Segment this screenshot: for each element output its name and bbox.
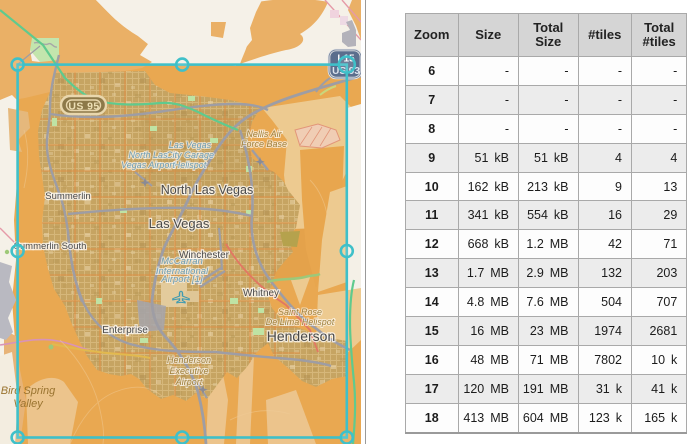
svg-text:Enterprise: Enterprise <box>102 325 148 336</box>
svg-text:City Garage: City Garage <box>166 150 214 160</box>
svg-text:Las Vegas: Las Vegas <box>149 216 210 231</box>
svg-text:North Las: North Las <box>128 150 168 160</box>
svg-text:Vegas Airport: Vegas Airport <box>121 160 175 170</box>
svg-text:North Las Vegas: North Las Vegas <box>161 183 253 197</box>
svg-text:Executive: Executive <box>169 366 208 376</box>
svg-text:Airport [1]: Airport [1] <box>160 274 203 285</box>
svg-text:Bird Spring: Bird Spring <box>1 385 56 397</box>
svg-text:Nellis Air: Nellis Air <box>246 129 282 139</box>
svg-text:Whitney: Whitney <box>243 288 279 299</box>
svg-text:Airport: Airport <box>175 377 203 387</box>
svg-text:Henderson: Henderson <box>167 355 211 365</box>
svg-text:Helispot: Helispot <box>174 160 207 170</box>
svg-text:De Lima Helispot: De Lima Helispot <box>266 317 335 327</box>
svg-text:US 95: US 95 <box>68 101 99 113</box>
svg-text:Las Vegas: Las Vegas <box>169 140 212 150</box>
svg-text:Saint Rose: Saint Rose <box>278 307 322 317</box>
svg-text:Force Base: Force Base <box>241 139 287 149</box>
svg-text:Henderson: Henderson <box>267 328 336 344</box>
svg-text:Summerlin: Summerlin <box>45 191 90 202</box>
